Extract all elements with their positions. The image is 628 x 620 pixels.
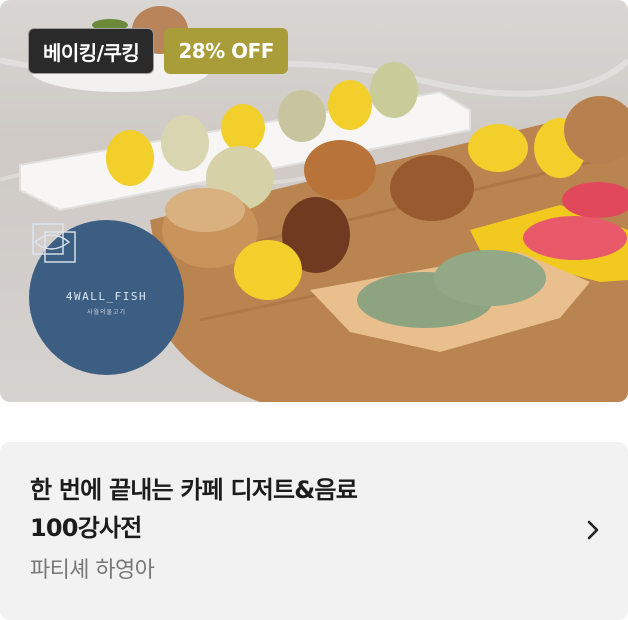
brand-logo-mark-icon: [32, 223, 76, 263]
brand-wordmark: 4WALL_FISH: [65, 289, 148, 303]
badge-group: 베이킹/쿠킹 28% OFF: [28, 28, 288, 74]
category-badge: 베이킹/쿠킹: [28, 28, 155, 74]
course-thumbnail[interactable]: 베이킹/쿠킹 28% OFF 4WALL_FISH 사월의물고기: [0, 0, 628, 402]
brand-subtitle: 사월의물고기: [86, 308, 127, 316]
chevron-right-icon[interactable]: [581, 518, 605, 542]
course-title-line-2: 100강사전: [30, 514, 142, 542]
brand-logo: 4WALL_FISH 사월의물고기: [29, 220, 184, 375]
course-info-panel[interactable]: 한 번에 끝내는 카페 디저트&음료 100강사전 파티셰 하영아: [0, 442, 628, 620]
course-title-line-1: 한 번에 끝내는 카페 디저트&음료: [30, 476, 358, 504]
course-card[interactable]: 베이킹/쿠킹 28% OFF 4WALL_FISH 사월의물고기 한 번에 끝내…: [0, 0, 628, 620]
discount-badge: 28% OFF: [164, 28, 288, 74]
instructor-name: 파티셰 하영아: [30, 558, 155, 583]
